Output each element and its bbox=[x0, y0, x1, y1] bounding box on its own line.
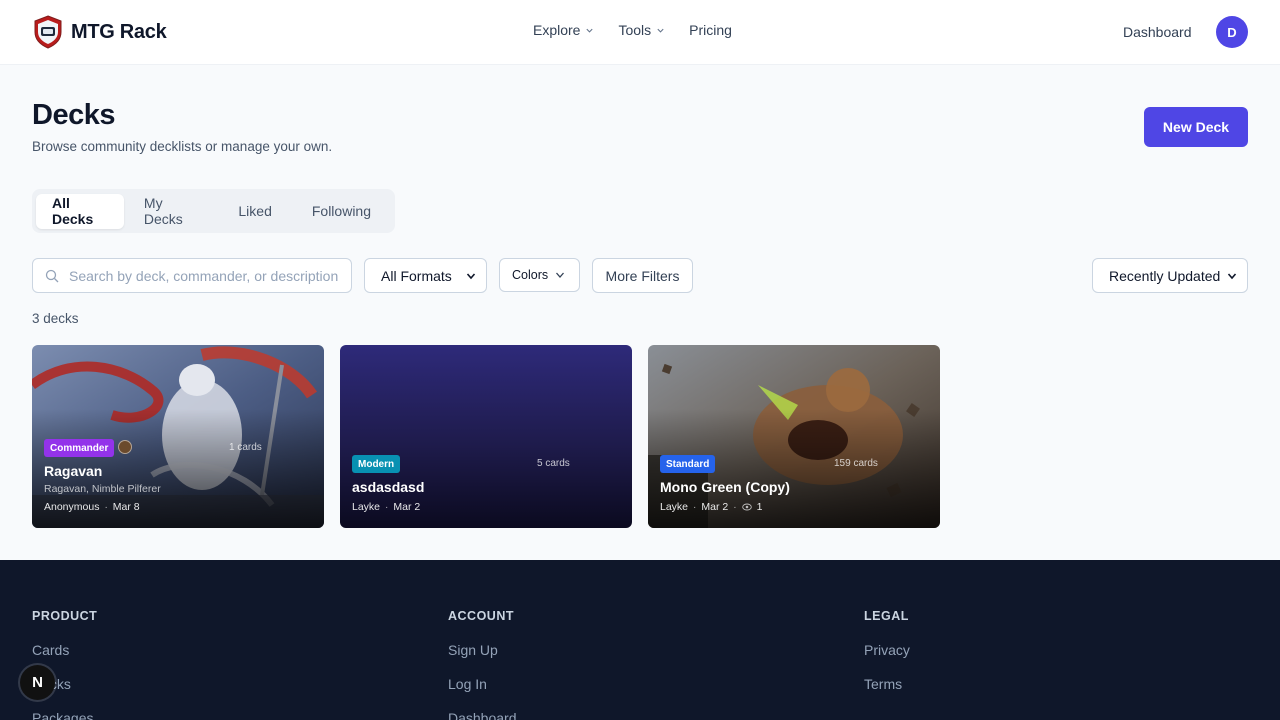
nav-tools[interactable]: Tools bbox=[618, 22, 665, 38]
main-nav: Explore Tools Pricing bbox=[533, 22, 732, 38]
deck-author: Layke bbox=[660, 501, 689, 513]
brand-name: MTG Rack bbox=[71, 20, 167, 43]
colors-filter-button[interactable]: Colors bbox=[499, 258, 580, 292]
deck-meta: Layke · Mar 2 bbox=[352, 501, 420, 513]
tab-all-decks[interactable]: All Decks bbox=[36, 193, 124, 229]
deck-card[interactable]: Standard 159 cards Mono Green (Copy) Lay… bbox=[648, 345, 940, 528]
footer-column-product: PRODUCT Cards Decks Packages bbox=[32, 609, 97, 720]
footer-link-terms[interactable]: Terms bbox=[864, 676, 910, 710]
deck-count: 3 decks bbox=[32, 311, 79, 326]
deck-views: 1 bbox=[756, 501, 763, 513]
brand-link[interactable]: MTG Rack bbox=[33, 15, 167, 49]
card-count: 5 cards bbox=[537, 458, 570, 469]
dev-tools-badge[interactable]: N bbox=[20, 665, 55, 700]
dashboard-link[interactable]: Dashboard bbox=[1123, 24, 1192, 40]
format-badge: Standard bbox=[660, 455, 716, 473]
site-header: MTG Rack Explore Tools Pricing Dashboard… bbox=[0, 0, 1280, 65]
footer-link-privacy[interactable]: Privacy bbox=[864, 642, 910, 676]
tab-following[interactable]: Following bbox=[292, 194, 391, 229]
separator-dot: · bbox=[693, 501, 697, 513]
deck-card[interactable]: Commander 1 cards Ragavan Ragavan, Nimbl… bbox=[32, 345, 324, 528]
chevron-down-icon bbox=[657, 28, 664, 33]
deck-date: Mar 2 bbox=[393, 501, 421, 513]
tab-my-decks[interactable]: My Decks bbox=[124, 194, 218, 229]
chevron-down-icon bbox=[586, 28, 594, 33]
shield-logo-icon bbox=[34, 15, 62, 49]
commander-avatar bbox=[118, 440, 132, 454]
separator-dot: · bbox=[104, 501, 108, 513]
footer-link-dashboard[interactable]: Dashboard bbox=[448, 710, 517, 720]
new-deck-button[interactable]: New Deck bbox=[1144, 107, 1248, 147]
deck-meta: Layke · Mar 2 · 1 bbox=[660, 501, 762, 513]
format-badge: Commander bbox=[44, 439, 115, 457]
site-footer: PRODUCT Cards Decks Packages ACCOUNT Sig… bbox=[0, 560, 1280, 720]
nav-tools-label: Tools bbox=[618, 22, 652, 38]
deck-date: Mar 8 bbox=[112, 501, 140, 513]
footer-heading: LEGAL bbox=[864, 609, 909, 623]
user-avatar[interactable]: D bbox=[1216, 16, 1248, 48]
nav-pricing-label: Pricing bbox=[689, 22, 732, 38]
deck-author: Layke bbox=[352, 501, 381, 513]
page-subtitle: Browse community decklists or manage you… bbox=[32, 139, 333, 154]
format-badge: Modern bbox=[352, 455, 401, 473]
footer-link-packages[interactable]: Packages bbox=[32, 710, 97, 720]
deck-author: Anonymous bbox=[44, 501, 100, 513]
card-count: 159 cards bbox=[834, 458, 878, 469]
chevron-down-icon bbox=[556, 272, 564, 278]
search-icon bbox=[45, 269, 59, 282]
search-input[interactable] bbox=[69, 267, 339, 284]
deck-tabs: All Decks My Decks Liked Following bbox=[32, 189, 395, 233]
footer-heading: ACCOUNT bbox=[448, 609, 514, 623]
deck-card[interactable]: Modern 5 cards asdasdasd Layke · Mar 2 bbox=[340, 345, 632, 528]
deck-name: Ragavan bbox=[44, 463, 103, 479]
eye-icon bbox=[741, 503, 752, 511]
format-select[interactable]: All Formats bbox=[364, 258, 487, 293]
deck-name: Mono Green (Copy) bbox=[660, 479, 790, 495]
deck-date: Mar 2 bbox=[701, 501, 729, 513]
format-select-value: All Formats bbox=[381, 267, 452, 284]
sort-select[interactable]: Recently Updated bbox=[1092, 258, 1248, 293]
separator-dot: · bbox=[733, 501, 737, 513]
nav-explore-label: Explore bbox=[533, 22, 581, 38]
footer-column-legal: LEGAL Privacy Terms bbox=[864, 609, 910, 710]
separator-dot: · bbox=[385, 501, 389, 513]
chevron-down-icon bbox=[466, 272, 476, 279]
deck-name: asdasdasd bbox=[352, 479, 425, 495]
footer-link-log-in[interactable]: Log In bbox=[448, 676, 517, 710]
more-filters-button[interactable]: More Filters bbox=[592, 258, 693, 293]
tab-liked[interactable]: Liked bbox=[218, 194, 291, 229]
card-count: 1 cards bbox=[229, 442, 262, 453]
footer-heading: PRODUCT bbox=[32, 609, 98, 623]
colors-filter-label: Colors bbox=[512, 268, 549, 282]
deck-commander: Ragavan, Nimble Pilferer bbox=[44, 483, 161, 495]
chevron-down-icon bbox=[1227, 272, 1237, 279]
deck-meta: Anonymous · Mar 8 bbox=[44, 501, 140, 513]
page-title: Decks bbox=[32, 99, 115, 131]
footer-link-sign-up[interactable]: Sign Up bbox=[448, 642, 517, 676]
footer-column-account: ACCOUNT Sign Up Log In Dashboard bbox=[448, 609, 517, 720]
sort-select-value: Recently Updated bbox=[1109, 267, 1221, 284]
search-box bbox=[32, 258, 352, 293]
nav-pricing[interactable]: Pricing bbox=[689, 22, 732, 38]
nav-explore[interactable]: Explore bbox=[533, 22, 594, 38]
